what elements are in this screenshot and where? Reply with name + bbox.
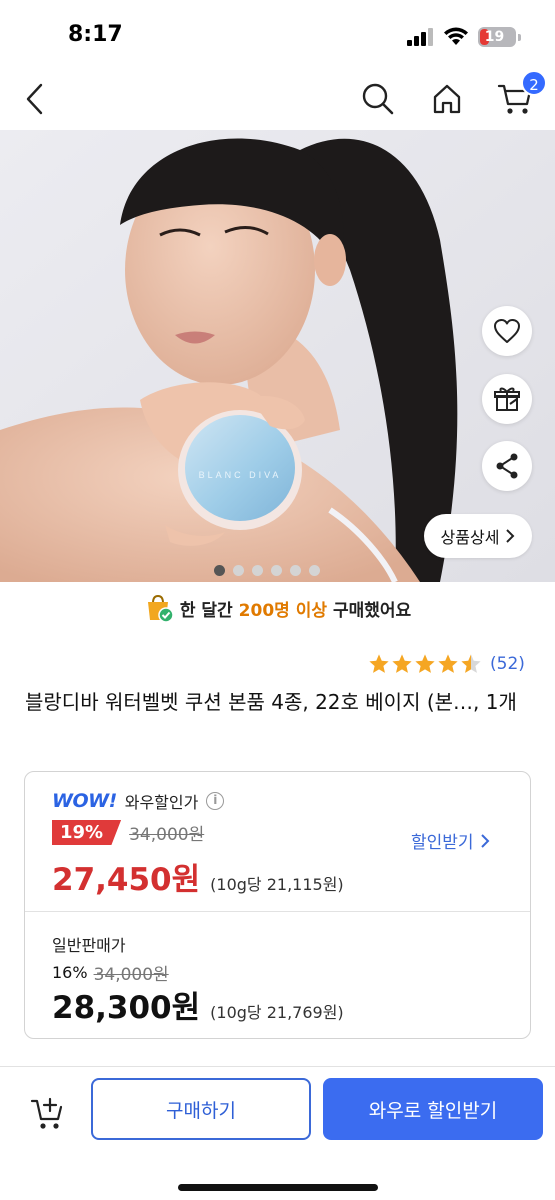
cart-count-badge: 2 (521, 70, 547, 96)
get-discount-label: 할인받기 (411, 833, 474, 853)
bottom-action-bar: 구매하기 와우로 할인받기 (0, 1066, 555, 1200)
info-icon[interactable]: i (206, 792, 225, 810)
product-detail-label: 상품상세 (440, 528, 500, 547)
wow-discount-row: 19% 34,000원 (52, 820, 204, 845)
search-icon (362, 83, 394, 115)
wow-logo: WOW! (52, 790, 117, 812)
buy-now-button[interactable]: 구매하기 (91, 1078, 311, 1140)
chevron-right-icon (480, 833, 489, 848)
product-rating[interactable]: (52) (368, 650, 525, 678)
pagination-dot[interactable] (233, 565, 244, 576)
back-button[interactable] (12, 76, 58, 122)
purchase-note-prefix: 한 달간 (179, 600, 233, 621)
normal-price-label: 일반판매가 (52, 936, 126, 955)
normal-price: 28,300원 (52, 990, 201, 1026)
wow-price-label: 와우할인가 (124, 793, 199, 812)
pagination-dot[interactable] (290, 565, 301, 576)
half-star-icon (461, 654, 481, 673)
search-button[interactable] (355, 76, 401, 122)
divider (25, 911, 530, 912)
home-indicator (178, 1184, 378, 1191)
add-to-cart-icon (30, 1097, 63, 1129)
wishlist-button[interactable] (482, 306, 532, 356)
gift-button[interactable] (482, 374, 532, 424)
product-detail-button[interactable]: 상품상세 (424, 514, 532, 558)
home-icon (433, 84, 461, 114)
image-pagination (214, 565, 320, 576)
battery-icon: 19 (478, 27, 516, 47)
pagination-dot[interactable] (252, 565, 263, 576)
get-discount-link[interactable]: 할인받기 (411, 828, 490, 853)
star-icon (415, 654, 435, 673)
top-nav-bar (0, 72, 555, 128)
wow-price-row: 27,450원 (10g당 21,115원) (52, 854, 344, 899)
chevron-left-icon (26, 83, 43, 115)
wow-original-price: 34,000원 (129, 825, 205, 845)
product-title: 블랑디바 워터벨벳 쿠션 본품 4종, 22호 베이지 (본…, 1개 (25, 690, 517, 714)
compact-brand-text: BLANC DIVA (199, 470, 282, 480)
chevron-right-icon (506, 529, 515, 543)
star-icon (392, 654, 412, 673)
star-icon (369, 654, 389, 673)
star-icon (438, 654, 458, 673)
wow-price-header: WOW! 와우할인가 i (52, 789, 225, 813)
star-rating (368, 653, 482, 675)
status-bar: 8:17 19 (0, 0, 555, 72)
heart-icon (494, 319, 520, 343)
share-button[interactable] (482, 441, 532, 491)
wifi-icon (444, 27, 468, 45)
cellular-signal-icon (407, 28, 433, 46)
pagination-dot[interactable] (214, 565, 225, 576)
purchase-note-highlight: 200명 이상 (238, 600, 327, 621)
wow-unit-price: (10g당 21,115원) (210, 875, 344, 894)
purchase-count-note: 한 달간 200명 이상 구매했어요 (0, 590, 555, 626)
normal-unit-price: (10g당 21,769원) (210, 1003, 344, 1022)
wow-discount-badge: 19% (52, 820, 122, 845)
normal-price-row: 28,300원 (10g당 21,769원) (52, 982, 344, 1027)
pagination-dot[interactable] (309, 565, 320, 576)
add-to-cart-button[interactable] (26, 1091, 70, 1135)
pagination-dot[interactable] (271, 565, 282, 576)
share-icon (496, 453, 518, 479)
gift-icon (494, 387, 520, 411)
purchase-note-suffix: 구매했어요 (332, 600, 412, 621)
review-count[interactable]: (52) (490, 654, 525, 674)
wow-discount-button[interactable]: 와우로 할인받기 (323, 1078, 543, 1140)
price-box: WOW! 와우할인가 i 19% 34,000원 할인받기 27,450원 (1… (24, 771, 531, 1039)
status-time: 8:17 (68, 22, 123, 47)
shopping-bag-icon (147, 594, 174, 623)
battery-level: 19 (484, 29, 505, 45)
wow-price: 27,450원 (52, 862, 201, 898)
normal-discount: 16% (52, 963, 88, 982)
home-button[interactable] (424, 76, 470, 122)
